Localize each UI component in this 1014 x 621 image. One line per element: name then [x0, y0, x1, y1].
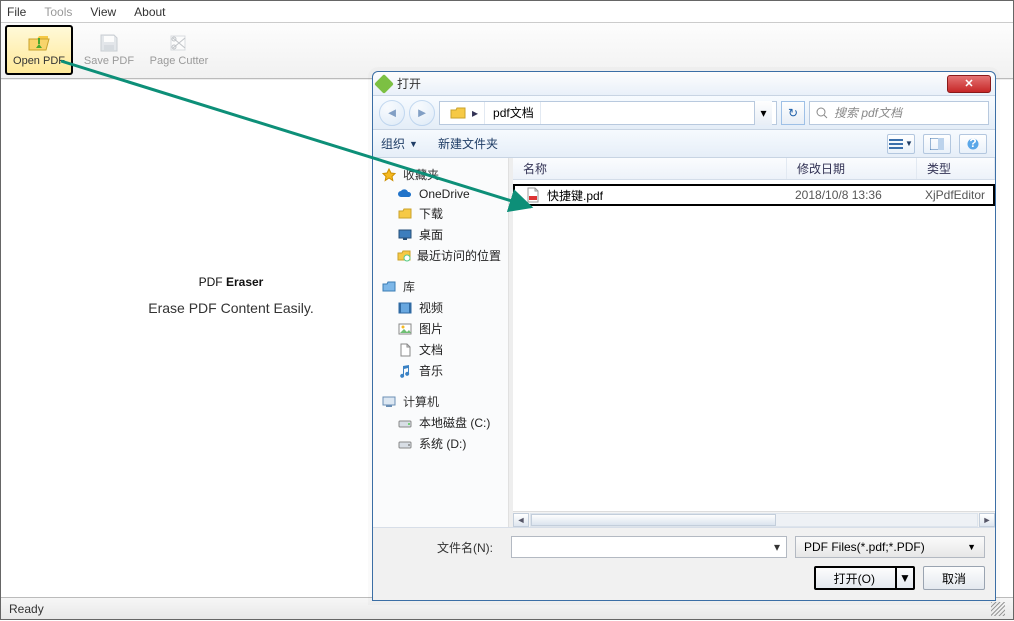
tree-onedrive[interactable]: OneDrive	[373, 185, 508, 203]
tree-drive-d[interactable]: 系统 (D:)	[373, 433, 508, 454]
dialog-toolbar: 组织 ▼ 新建文件夹 ▼ ?	[373, 130, 995, 158]
nav-tree[interactable]: 收藏夹 OneDrive 下载 桌面 最近访问的位置 库 视频 图片 文档 音乐	[373, 158, 509, 527]
file-name-dropdown[interactable]: ▾	[768, 537, 786, 557]
open-pdf-button[interactable]: Open PDF	[5, 25, 73, 75]
menu-file[interactable]: File	[7, 5, 26, 19]
folder-icon	[450, 106, 466, 120]
breadcrumb-dropdown[interactable]: ▾	[754, 101, 772, 125]
picture-icon	[397, 322, 413, 336]
page-cutter-label: Page Cutter	[150, 55, 209, 67]
file-list: 名称 修改日期 类型 快捷键.pdf 2018/10/8 13:36 XjPdf…	[513, 158, 995, 527]
view-mode-button[interactable]: ▼	[887, 134, 915, 154]
video-icon	[397, 301, 413, 315]
dialog-title-text: 打开	[397, 75, 941, 92]
scissors-icon	[167, 33, 191, 53]
search-icon	[816, 107, 828, 119]
file-date-cell: 2018/10/8 13:36	[785, 188, 915, 202]
organize-button[interactable]: 组织 ▼	[381, 135, 418, 152]
open-button[interactable]: 打开(O) ▼	[814, 566, 915, 590]
col-type[interactable]: 类型	[917, 158, 995, 179]
file-name-label: 文件名(N):	[383, 539, 503, 556]
help-icon: ?	[967, 138, 979, 150]
folder-open-icon	[27, 33, 51, 53]
dialog-titlebar[interactable]: 打开 ✕	[373, 72, 995, 96]
document-icon	[397, 343, 413, 357]
dialog-app-icon	[374, 74, 394, 94]
drive-icon	[397, 437, 413, 451]
col-name[interactable]: 名称	[513, 158, 787, 179]
brand-title: PDF Eraser	[101, 260, 361, 294]
dialog-nav-bar: ◄ ► ▸ pdf文档 ▾ ↻ 搜索 pdf文档	[373, 96, 995, 130]
file-type-cell: XjPdfEditor	[915, 188, 993, 202]
save-pdf-button[interactable]: Save PDF	[75, 25, 143, 75]
tree-drive-c[interactable]: 本地磁盘 (C:)	[373, 412, 508, 433]
svg-text:?: ?	[969, 138, 976, 150]
file-name-cell: 快捷键.pdf	[515, 187, 785, 204]
resize-grip-icon[interactable]	[991, 602, 1005, 616]
tree-libraries[interactable]: 库	[373, 276, 508, 297]
nav-back-button[interactable]: ◄	[379, 100, 405, 126]
file-row[interactable]: 快捷键.pdf 2018/10/8 13:36 XjPdfEditor	[513, 184, 995, 206]
search-input[interactable]: 搜索 pdf文档	[809, 101, 989, 125]
brand-subtitle: Erase PDF Content Easily.	[101, 300, 361, 316]
open-button-dropdown[interactable]: ▼	[895, 568, 913, 588]
tree-desktop[interactable]: 桌面	[373, 224, 508, 245]
save-icon	[97, 33, 121, 53]
tree-pictures[interactable]: 图片	[373, 318, 508, 339]
scroll-thumb[interactable]	[531, 514, 776, 526]
search-placeholder: 搜索 pdf文档	[834, 104, 902, 121]
menu-tools[interactable]: Tools	[44, 5, 72, 19]
menu-view[interactable]: View	[90, 5, 116, 19]
horizontal-scrollbar[interactable]: ◄ ►	[513, 511, 995, 527]
view-list-icon	[889, 138, 903, 150]
file-type-filter[interactable]: PDF Files(*.pdf;*.PDF)▼	[795, 536, 985, 558]
dialog-body: 收藏夹 OneDrive 下载 桌面 最近访问的位置 库 视频 图片 文档 音乐	[373, 158, 995, 527]
tree-favorites[interactable]: 收藏夹	[373, 164, 508, 185]
tree-music[interactable]: 音乐	[373, 360, 508, 381]
nav-forward-button[interactable]: ►	[409, 100, 435, 126]
col-date[interactable]: 修改日期	[787, 158, 917, 179]
refresh-button[interactable]: ↻	[781, 101, 805, 125]
recent-icon	[397, 249, 411, 263]
tree-recent[interactable]: 最近访问的位置	[373, 245, 508, 266]
menu-bar: File Tools View About	[1, 1, 1013, 23]
column-headers[interactable]: 名称 修改日期 类型	[513, 158, 995, 180]
pdf-file-icon	[525, 188, 541, 202]
scroll-right-button[interactable]: ►	[979, 513, 995, 527]
drive-icon	[397, 416, 413, 430]
menu-about[interactable]: About	[134, 5, 165, 19]
scroll-left-button[interactable]: ◄	[513, 513, 529, 527]
open-pdf-label: Open PDF	[13, 55, 65, 67]
breadcrumb-folder[interactable]: pdf文档	[487, 102, 541, 124]
file-open-dialog: 打开 ✕ ◄ ► ▸ pdf文档 ▾ ↻ 搜索 pdf文档 组织 ▼ 新建文件夹	[372, 71, 996, 601]
new-folder-button[interactable]: 新建文件夹	[438, 135, 498, 152]
file-name-input[interactable]: ▾	[511, 536, 787, 558]
computer-icon	[381, 395, 397, 409]
scroll-track[interactable]	[530, 513, 978, 527]
brand-block: PDF Eraser Erase PDF Content Easily.	[101, 260, 361, 316]
breadcrumb[interactable]: ▸ pdf文档 ▾	[439, 101, 777, 125]
folder-icon	[397, 207, 413, 221]
dialog-close-button[interactable]: ✕	[947, 75, 991, 93]
tree-documents[interactable]: 文档	[373, 339, 508, 360]
cloud-icon	[397, 187, 413, 201]
tree-video[interactable]: 视频	[373, 297, 508, 318]
star-icon	[381, 168, 397, 182]
page-cutter-button[interactable]: Page Cutter	[145, 25, 213, 75]
preview-icon	[930, 138, 944, 150]
preview-pane-button[interactable]	[923, 134, 951, 154]
cancel-button[interactable]: 取消	[923, 566, 985, 590]
tree-computer[interactable]: 计算机	[373, 391, 508, 412]
breadcrumb-root[interactable]: ▸	[444, 102, 485, 124]
library-icon	[381, 280, 397, 294]
save-pdf-label: Save PDF	[84, 55, 134, 67]
dialog-footer: 文件名(N): ▾ PDF Files(*.pdf;*.PDF)▼ 打开(O) …	[373, 527, 995, 600]
help-button[interactable]: ?	[959, 134, 987, 154]
tree-downloads[interactable]: 下载	[373, 203, 508, 224]
status-text: Ready	[9, 602, 44, 616]
desktop-icon	[397, 228, 413, 242]
music-icon	[397, 364, 413, 378]
